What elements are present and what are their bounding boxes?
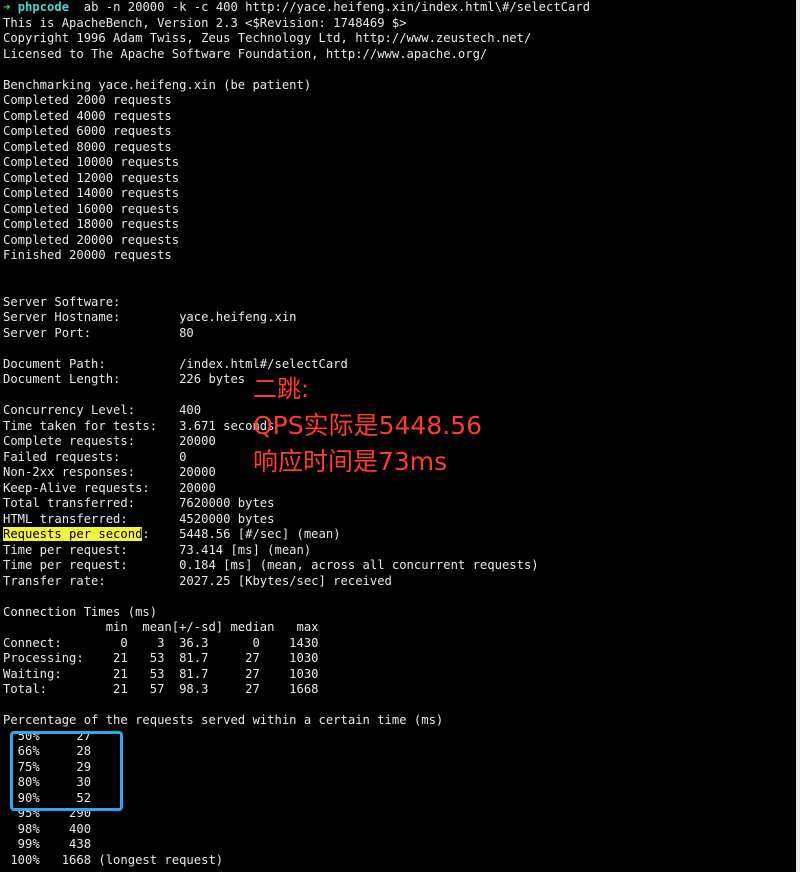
output-line: Time per request: 0.184 [ms] (mean, acro… bbox=[3, 558, 539, 572]
output-line: Copyright 1996 Adam Twiss, Zeus Technolo… bbox=[3, 31, 532, 45]
output-line: Completed 12000 requests bbox=[3, 170, 180, 185]
output-line: Completed 2000 requests bbox=[3, 93, 172, 107]
rps-value: : 5448.56 [#/sec] (mean) bbox=[142, 527, 341, 541]
terminal-window[interactable]: ➜ phpcode ab -n 20000 -k -c 400 http://y… bbox=[0, 0, 800, 872]
output-line: Time taken for tests: 3.671 seconds bbox=[3, 418, 275, 433]
output-line: Connection Times (ms) bbox=[3, 604, 158, 619]
output-line: Non-2xx responses: 20000 bbox=[3, 465, 216, 479]
percentile-highlight-box bbox=[10, 731, 123, 811]
output-line: Total transferred: 7620000 bytes bbox=[3, 496, 275, 510]
output-line: Licensed to The Apache Software Foundati… bbox=[3, 46, 488, 61]
prompt-arrow-icon: ➜ bbox=[3, 0, 11, 14]
output-line: Concurrency Level: 400 bbox=[3, 403, 202, 417]
output-line: Complete requests: 20000 bbox=[3, 434, 216, 448]
output-line: Failed requests: 0 bbox=[3, 449, 187, 464]
output-line: Completed 8000 requests bbox=[3, 139, 172, 154]
output-line: HTML transferred: 4520000 bytes bbox=[3, 511, 275, 526]
annotation-qps: QPS实际是5448.56 bbox=[253, 411, 483, 440]
output-line: Processing: 21 53 81.7 27 1030 bbox=[3, 651, 319, 665]
annotation-response-time: 响应时间是73ms bbox=[253, 447, 448, 476]
output-line: Completed 10000 requests bbox=[3, 155, 180, 169]
output-line: Document Length: 226 bytes bbox=[3, 372, 246, 386]
output-line: Percentage of the requests served within… bbox=[3, 713, 444, 727]
output-line: Keep-Alive requests: 20000 bbox=[3, 480, 216, 495]
output-line: Completed 16000 requests bbox=[3, 201, 180, 216]
output-line: Benchmarking yace.heifeng.xin (be patien… bbox=[3, 77, 312, 92]
output-line: This is ApacheBench, Version 2.3 <$Revis… bbox=[3, 15, 407, 30]
output-line: 99% 438 bbox=[3, 837, 92, 851]
output-line: Server Port: 80 bbox=[3, 325, 194, 340]
command-text: ab -n 20000 -k -c 400 http://yace.heifen… bbox=[83, 0, 591, 14]
output-line: Transfer rate: 2027.25 [Kbytes/sec] rece… bbox=[3, 573, 392, 588]
prompt-directory: phpcode bbox=[17, 0, 70, 14]
output-line: Connect: 0 3 36.3 0 1430 bbox=[3, 635, 319, 650]
command-prompt-line: ➜ phpcode ab -n 20000 -k -c 400 http://y… bbox=[3, 0, 590, 16]
output-line: Total: 21 57 98.3 27 1668 bbox=[3, 682, 319, 696]
output-line: 98% 400 bbox=[3, 821, 92, 836]
output-line: Finished 20000 requests bbox=[3, 248, 172, 262]
output-line: Waiting: 21 53 81.7 27 1030 bbox=[3, 666, 319, 681]
output-line: Completed 14000 requests bbox=[3, 186, 180, 200]
output-line: Server Software: bbox=[3, 294, 121, 309]
output-line: Completed 18000 requests bbox=[3, 217, 180, 231]
output-line: Completed 4000 requests bbox=[3, 108, 172, 123]
highlighted-label: Requests per second bbox=[3, 527, 143, 541]
annotation-title: 二跳: bbox=[253, 375, 310, 403]
requests-per-second-line: Requests per second: 5448.56 [#/sec] (me… bbox=[3, 527, 341, 543]
output-line: Time per request: 73.414 [ms] (mean) bbox=[3, 542, 312, 557]
output-line: Server Hostname: yace.heifeng.xin bbox=[3, 310, 297, 324]
output-line: min mean[+/-sd] median max bbox=[3, 620, 319, 634]
output-line: Completed 20000 requests bbox=[3, 232, 180, 247]
output-line: Document Path: /index.html#/selectCard bbox=[3, 356, 348, 371]
output-line: Completed 6000 requests bbox=[3, 124, 172, 138]
output-line: 100% 1668 (longest request) bbox=[3, 852, 224, 867]
